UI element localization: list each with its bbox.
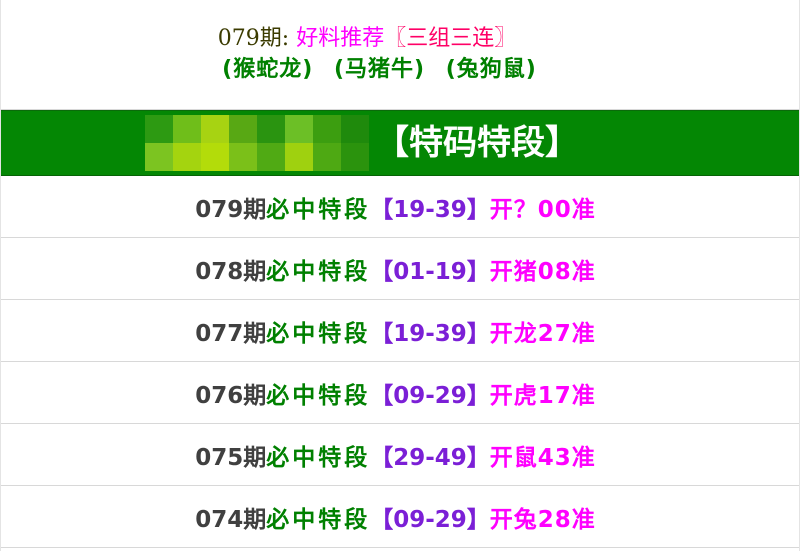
- row-issue: 076期: [195, 382, 267, 409]
- row-label: 必中特段: [266, 320, 371, 347]
- row-result: 开兔28准: [489, 506, 596, 533]
- row-issue: 074期: [195, 506, 267, 533]
- recommendation-headline: 079期: 好料推荐〖三组三连〗: [0, 24, 799, 54]
- row-label: 必中特段: [266, 444, 371, 471]
- row-range: 【19-39】: [370, 320, 490, 347]
- row-result: 开虎17准: [489, 382, 596, 409]
- blur-pixel: [229, 143, 257, 171]
- prediction-row: 075期必中特段【29-49】开鼠43准: [1, 424, 799, 486]
- blur-pixel: [257, 115, 285, 143]
- row-range: 【29-49】: [370, 444, 490, 471]
- prediction-row: 078期必中特段【01-19】开猪08准: [1, 238, 799, 300]
- zodiac-groups: (猴蛇龙) (马猪牛) (兔狗鼠): [0, 54, 799, 86]
- prediction-list: 079期必中特段【19-39】开？00准 078期必中特段【01-19】开猪08…: [1, 176, 799, 548]
- blur-pixel: [201, 115, 229, 143]
- row-label: 必中特段: [266, 196, 371, 223]
- row-range: 【09-29】: [370, 506, 490, 533]
- pick-value: 〖三组三连〗: [384, 26, 517, 51]
- blur-pixel: [173, 115, 201, 143]
- row-result: 开？00准: [489, 196, 596, 223]
- blur-pixel: [285, 143, 313, 171]
- blur-pixel: [285, 115, 313, 143]
- row-issue: 077期: [195, 320, 267, 347]
- pick-label: 好料推荐: [296, 26, 385, 51]
- blur-pixel: [145, 115, 173, 143]
- row-range: 【09-29】: [370, 382, 490, 409]
- row-result: 开鼠43准: [489, 444, 596, 471]
- zodiac-group: (兔狗鼠): [445, 57, 537, 82]
- blur-pixel: [229, 115, 257, 143]
- prediction-row: 074期必中特段【09-29】开兔28准: [1, 486, 799, 548]
- zodiac-group: (马猪牛): [333, 57, 426, 82]
- row-label: 必中特段: [266, 506, 371, 533]
- blur-pixel: [341, 115, 369, 143]
- row-range: 【19-39】: [370, 196, 490, 223]
- recommendation-panel: 079期: 好料推荐〖三组三连〗 (猴蛇龙) (马猪牛) (兔狗鼠): [1, 0, 799, 110]
- prediction-row: 077期必中特段【19-39】开龙27准: [1, 300, 799, 362]
- blur-pixel: [341, 143, 369, 171]
- prediction-row: 076期必中特段【09-29】开虎17准: [1, 362, 799, 424]
- row-issue: 078期: [195, 258, 267, 285]
- row-label: 必中特段: [266, 382, 371, 409]
- issue-label: 079期:: [217, 26, 290, 51]
- banner-title: 【特码特段】: [375, 123, 579, 163]
- blur-pixel: [313, 143, 341, 171]
- blur-pixel: [173, 143, 201, 171]
- row-label: 必中特段: [266, 258, 371, 285]
- row-result: 开猪08准: [489, 258, 596, 285]
- blurred-logo: [145, 115, 369, 171]
- page: 079期: 好料推荐〖三组三连〗 (猴蛇龙) (马猪牛) (兔狗鼠) 【特码特段…: [0, 0, 800, 551]
- blur-pixel: [201, 143, 229, 171]
- row-result: 开龙27准: [489, 320, 596, 347]
- blur-pixel: [313, 115, 341, 143]
- row-issue: 075期: [195, 444, 267, 471]
- blur-pixel: [257, 143, 285, 171]
- row-issue: 079期: [195, 196, 267, 223]
- row-range: 【01-19】: [370, 258, 490, 285]
- section-banner: 【特码特段】: [1, 110, 799, 176]
- zodiac-group: (猴蛇龙): [222, 57, 314, 82]
- blur-pixel: [145, 143, 173, 171]
- prediction-row: 079期必中特段【19-39】开？00准: [1, 176, 799, 238]
